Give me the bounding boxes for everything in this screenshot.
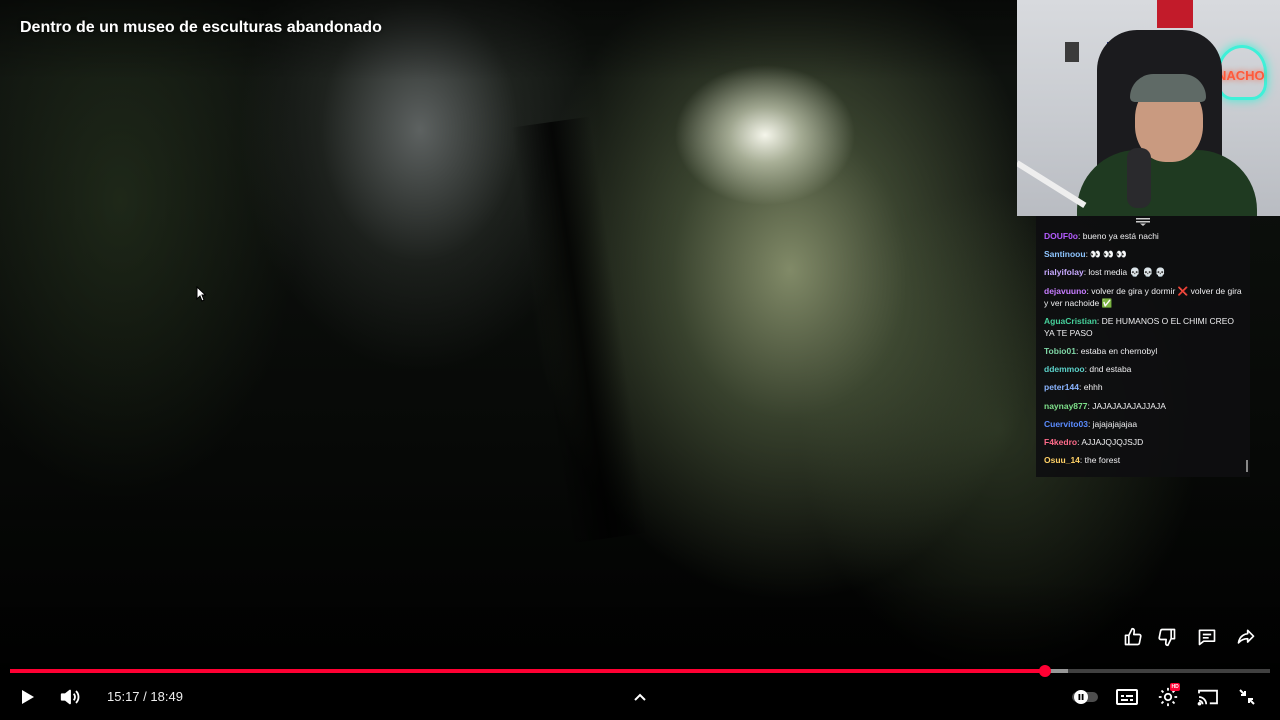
chat-message: F4kedro: AJJAJQJQJSJD bbox=[1044, 436, 1242, 448]
stream-chat: DOUF0o: bueno ya está nachi Santinoou: 👀 … bbox=[1036, 216, 1250, 477]
thumbs-up-icon bbox=[1124, 627, 1142, 646]
streamer-webcam: NACHO bbox=[1017, 0, 1280, 216]
time-display: 15:17 / 18:49 bbox=[107, 689, 183, 704]
chat-username[interactable]: Santinoou bbox=[1044, 249, 1086, 259]
chat-username[interactable]: DOUF0o bbox=[1044, 231, 1078, 241]
chat-username[interactable]: dejavuuno bbox=[1044, 286, 1087, 296]
share-icon bbox=[1237, 629, 1255, 644]
volume-button[interactable] bbox=[56, 684, 84, 710]
chat-text: : the forest bbox=[1079, 455, 1121, 466]
chat-username[interactable]: F4kedro bbox=[1044, 437, 1077, 447]
progress-bar[interactable] bbox=[10, 665, 1270, 677]
player-controls: 15:17 / 18:49 HD bbox=[0, 680, 1280, 714]
mouse-cursor-icon bbox=[196, 286, 206, 302]
share-button[interactable] bbox=[1233, 624, 1259, 650]
chat-text: : lost media 💀 💀 💀 bbox=[1083, 267, 1166, 278]
progress-played bbox=[10, 669, 1045, 673]
chat-username[interactable]: rialyifolay bbox=[1044, 267, 1084, 277]
comments-button[interactable] bbox=[1194, 624, 1220, 650]
hd-badge: HD bbox=[1170, 683, 1181, 691]
chat-username[interactable]: Cuervito03 bbox=[1044, 419, 1088, 429]
duration: 18:49 bbox=[150, 689, 183, 704]
like-button[interactable] bbox=[1120, 624, 1146, 650]
chat-text: : AJJAJQJQJSJD bbox=[1077, 436, 1144, 447]
chat-text: : estaba en chernobyl bbox=[1075, 345, 1158, 356]
time-separator: / bbox=[139, 689, 151, 704]
chat-message: Tobio01: estaba en chernobyl bbox=[1044, 345, 1242, 357]
exit-fullscreen-icon bbox=[1239, 689, 1255, 705]
settings-button[interactable]: HD bbox=[1154, 683, 1182, 710]
cast-icon bbox=[1197, 689, 1218, 706]
chat-message: Osuu_14: the forest bbox=[1044, 454, 1242, 466]
video-actions bbox=[1120, 624, 1270, 650]
chat-text: : 👀 👀 👀 bbox=[1085, 249, 1127, 260]
subtitles-icon bbox=[1116, 689, 1138, 705]
play-icon bbox=[22, 690, 34, 704]
chat-username[interactable]: peter144 bbox=[1044, 382, 1079, 392]
chat-scrollbar[interactable] bbox=[1246, 460, 1248, 472]
play-button[interactable] bbox=[14, 684, 40, 710]
thumbs-down-icon bbox=[1158, 628, 1176, 647]
progress-scrubber[interactable] bbox=[1038, 665, 1051, 677]
autoplay-toggle[interactable] bbox=[1070, 684, 1100, 710]
chat-text: : JAJAJAJAJAJJAJA bbox=[1087, 400, 1166, 411]
current-time: 15:17 bbox=[107, 689, 140, 704]
chat-text: : dnd estaba bbox=[1084, 364, 1132, 375]
chat-message-list: DOUF0o: bueno ya está nachi Santinoou: 👀 … bbox=[1044, 230, 1242, 466]
fullscreen-button[interactable] bbox=[1234, 684, 1260, 710]
wall-poster bbox=[1157, 0, 1193, 28]
chevron-up-icon bbox=[634, 693, 646, 701]
chat-username[interactable]: ddemmoo bbox=[1044, 364, 1085, 374]
comment-icon bbox=[1198, 629, 1216, 646]
chat-message: Santinoou: 👀 👀 👀 bbox=[1044, 248, 1242, 260]
chat-message: AguaCristian: DE HUMANOS O EL CHIMI CREO… bbox=[1044, 315, 1242, 339]
autoplay-toggle-icon bbox=[1072, 690, 1098, 704]
microphone bbox=[1127, 148, 1151, 208]
video-title[interactable]: Dentro de un museo de esculturas abandon… bbox=[20, 19, 382, 37]
chat-username[interactable]: Osuu_14 bbox=[1044, 455, 1080, 465]
wall-poster bbox=[1065, 42, 1079, 62]
chat-message: DOUF0o: bueno ya está nachi bbox=[1044, 230, 1242, 242]
chat-message: dejavuuno: volver de gira y dormir ❌ vol… bbox=[1044, 285, 1242, 309]
chat-text: : bueno ya está nachi bbox=[1078, 231, 1159, 241]
chat-message: rialyifolay: lost media 💀 💀 💀 bbox=[1044, 266, 1242, 278]
streamer-cap bbox=[1130, 74, 1206, 102]
chat-username[interactable]: AguaCristian bbox=[1044, 316, 1097, 326]
chat-message: peter144: ehhh bbox=[1044, 381, 1242, 393]
chat-text: : jajajajajajaa bbox=[1087, 418, 1138, 429]
cast-button[interactable] bbox=[1194, 684, 1222, 710]
chat-username[interactable]: Tobio01 bbox=[1044, 346, 1076, 356]
chat-message: Cuervito03: jajajajajajaa bbox=[1044, 418, 1242, 430]
dislike-button[interactable] bbox=[1154, 624, 1180, 650]
subtitles-button[interactable] bbox=[1114, 684, 1140, 710]
chat-text: : ehhh bbox=[1078, 382, 1103, 393]
chat-username[interactable]: naynay877 bbox=[1044, 401, 1087, 411]
mic-arm bbox=[1017, 160, 1087, 208]
chat-message: ddemmoo: dnd estaba bbox=[1044, 363, 1242, 375]
chapters-button[interactable] bbox=[628, 684, 652, 710]
neon-sign-text: NACHO bbox=[1217, 68, 1265, 83]
volume-icon bbox=[60, 689, 80, 705]
chat-handle-icon bbox=[1136, 218, 1150, 226]
chat-message: naynay877: JAJAJAJAJAJJAJA bbox=[1044, 400, 1242, 412]
